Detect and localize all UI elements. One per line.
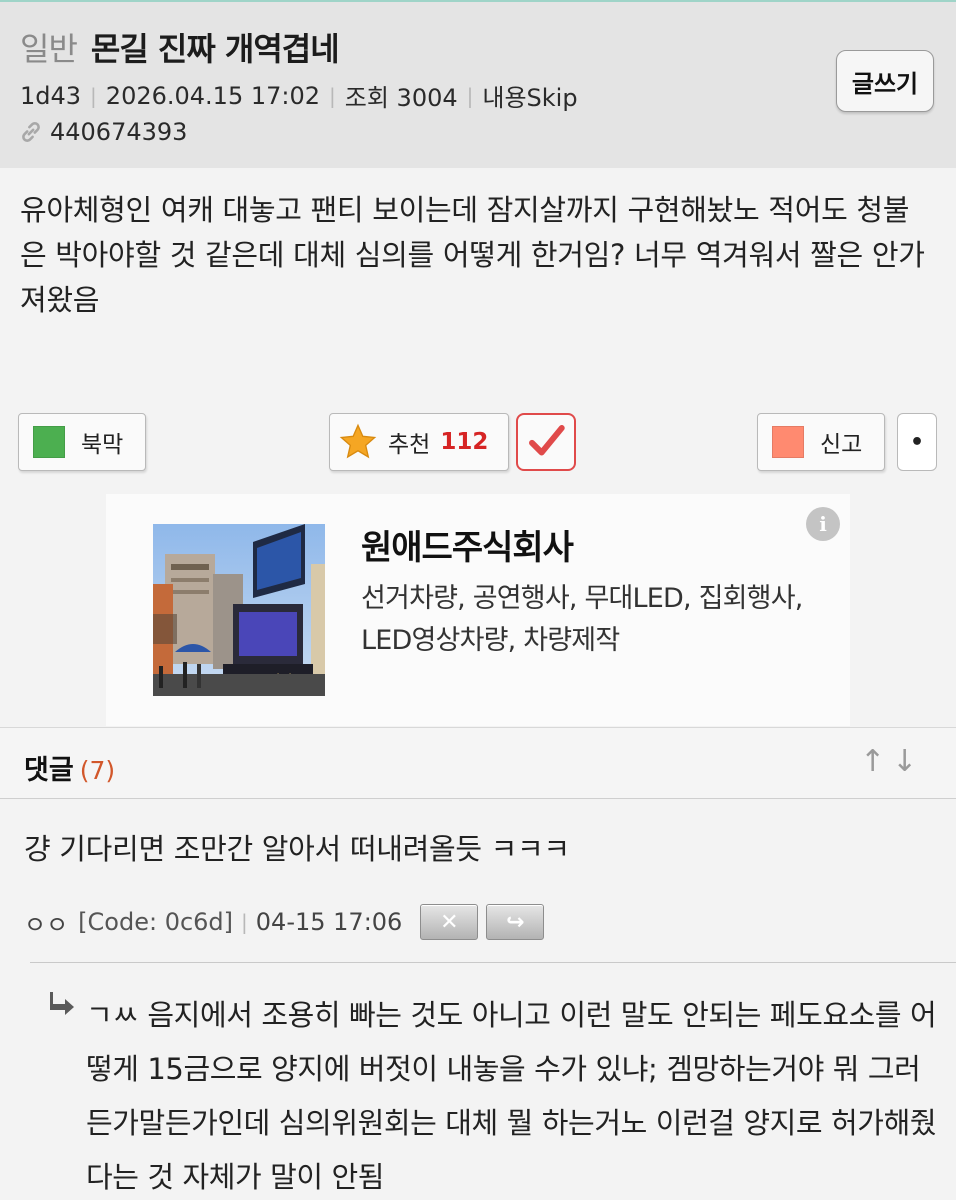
bookmark-icon — [33, 426, 65, 458]
post-views: 조회 3004 — [344, 84, 458, 112]
post-datetime: 2026.04.15 17:02 — [105, 81, 321, 110]
comments-label: 댓글 — [24, 755, 74, 786]
post-category[interactable]: 일반 — [20, 30, 78, 68]
comments-title: 댓글 (7) — [24, 748, 115, 787]
meta-separator: | — [466, 83, 474, 108]
post-body: 유아체형인 여캐 대놓고 팬티 보이는데 잠지살까지 구현해놨노 적어도 청불은… — [20, 193, 925, 317]
comment-code: [Code: 0c6d] — [78, 908, 234, 936]
checkmark-icon — [529, 425, 565, 456]
reply-arrow-icon — [50, 992, 74, 1015]
post-meta: 1d43 | 2026.04.15 17:02 | 조회 3004 | 내용Sk… — [20, 78, 578, 113]
scroll-down-icon[interactable]: ↓ — [892, 744, 917, 779]
post-header: 일반 몬길 진짜 개역겹네 1d43 | 2026.04.15 17:02 | 조… — [0, 0, 956, 168]
post-link-row[interactable]: 440674393 — [18, 118, 187, 146]
more-options-button[interactable]: • — [897, 413, 937, 471]
check-button[interactable] — [516, 413, 576, 471]
post-number: 440674393 — [50, 118, 188, 146]
report-label: 신고 — [820, 432, 863, 458]
comment-text: 걍 기다리면 조만간 알아서 떠내려올듯 ㅋㅋㅋ — [24, 832, 570, 866]
ad-image — [153, 524, 325, 696]
meta-separator: | — [90, 83, 97, 108]
comment-divider — [30, 962, 956, 963]
comments-header: 댓글 (7) ↑ ↓ — [0, 727, 956, 799]
comment-meta: ㅇㅇ [Code: 0c6d] | 04-15 17:06 ✕ ↪ — [24, 902, 545, 942]
post-title: 몬길 진짜 개역겹네 — [90, 30, 340, 68]
ad-banner[interactable]: 원애드주식회사 선거차량, 공연행사, 무대LED, 집회행사, LED영상차량… — [106, 494, 850, 726]
bookmark-button[interactable]: 북막 — [18, 413, 146, 471]
reply-text: ㄱㅆ 음지에서 조용히 빠는 것도 아니고 이런 말도 안되는 페도요소를 어떻… — [86, 998, 937, 1194]
write-button[interactable]: 글쓰기 — [836, 50, 934, 112]
post-author[interactable]: 1d43 — [20, 82, 81, 110]
recommend-button[interactable]: 추천 112 — [329, 413, 509, 471]
info-icon[interactable]: i — [806, 507, 840, 541]
meta-separator: | — [241, 910, 248, 934]
skip-content-link[interactable]: 내용Skip — [482, 78, 577, 113]
comment-time: 04-15 17:06 — [255, 908, 403, 936]
title-row: 일반 몬길 진짜 개역겹네 — [20, 24, 340, 70]
scroll-up-icon[interactable]: ↑ — [860, 744, 885, 779]
reply-icon: ↪ — [506, 909, 525, 935]
report-button[interactable]: 신고 — [757, 413, 885, 471]
comments-count: (7) — [79, 756, 116, 785]
link-icon — [22, 122, 40, 142]
meta-separator: | — [329, 83, 336, 108]
report-icon — [772, 426, 804, 458]
recommend-count: 112 — [440, 429, 489, 455]
comment-author[interactable]: ㅇㅇ — [24, 905, 68, 940]
reply-comment-button[interactable]: ↪ — [486, 904, 545, 940]
close-icon: ✕ — [440, 909, 459, 935]
delete-comment-button[interactable]: ✕ — [420, 904, 479, 940]
ad-description: 선거차량, 공연행사, 무대LED, 집회행사, LED영상차량, 차량제작 — [361, 583, 803, 656]
recommend-label: 추천 — [388, 432, 431, 458]
star-icon — [339, 423, 377, 459]
bookmark-label: 북막 — [81, 432, 124, 458]
ad-company-name[interactable]: 원애드주식회사 — [361, 520, 574, 569]
